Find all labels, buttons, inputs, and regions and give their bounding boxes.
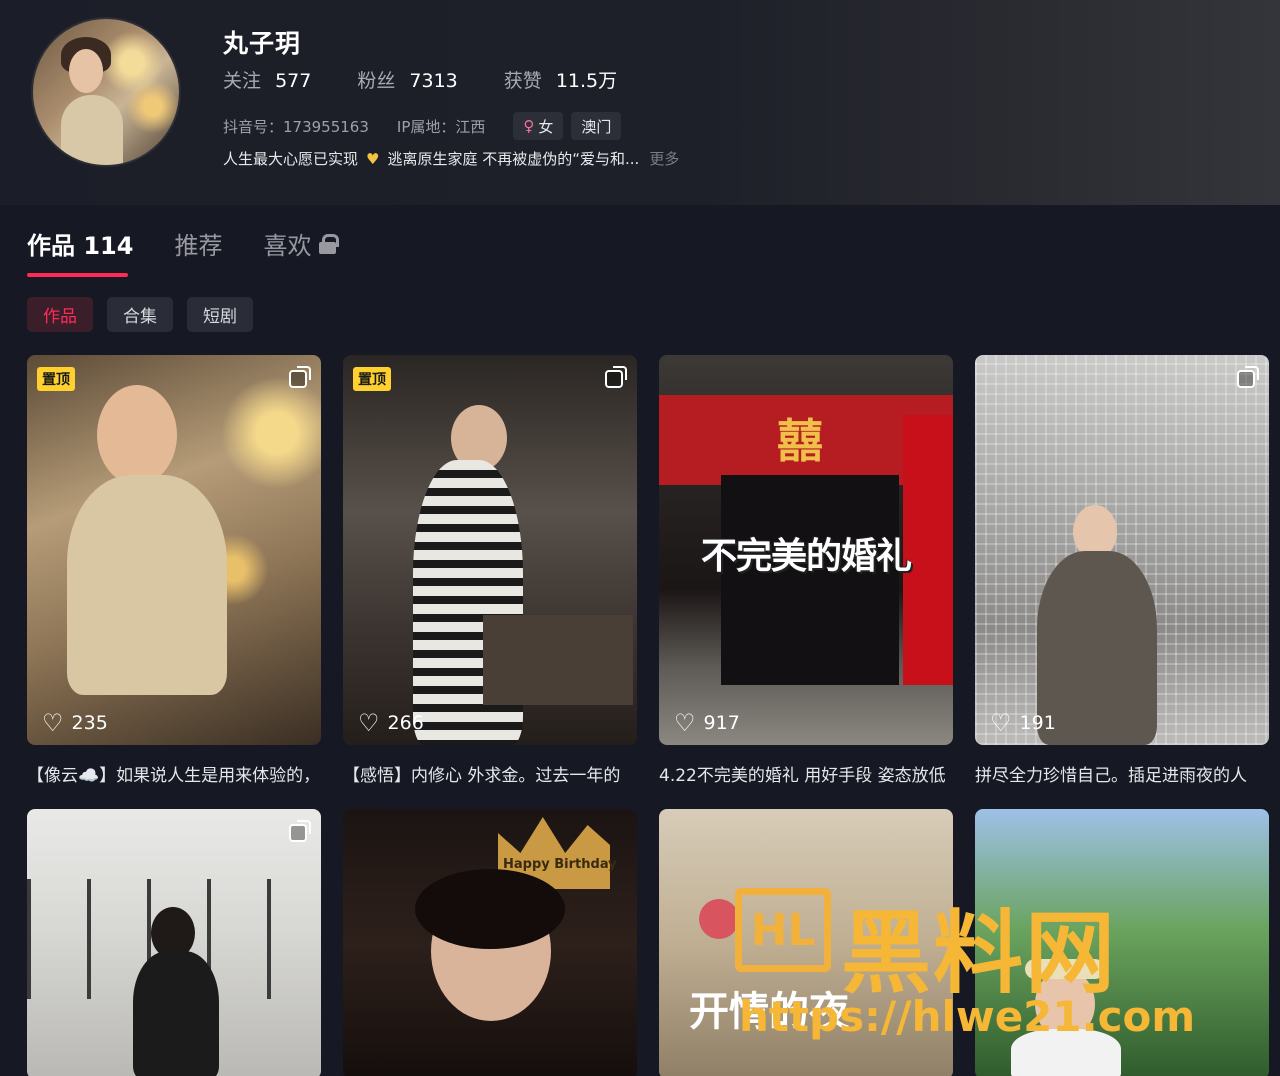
multi-image-icon — [289, 366, 311, 388]
gender-chip: ♀ 女 — [513, 112, 564, 140]
bio-more-link[interactable]: 更多 — [649, 148, 679, 169]
avatar-body — [61, 95, 123, 165]
douyin-id: 抖音号：173955163 — [223, 117, 369, 136]
thumb-hat — [1025, 959, 1105, 979]
stat-value: 11.5万 — [555, 70, 618, 92]
subtab-works[interactable]: 作品 — [27, 297, 93, 332]
thumb-door — [721, 475, 899, 685]
active-tab-indicator — [27, 273, 128, 277]
profile-header: 丸子玥 关注 577 粉丝 7313 获赞 11.5万 抖音号：17395516… — [0, 0, 1280, 205]
thumb-flower — [699, 899, 739, 939]
tab-works[interactable]: 作品 114 — [27, 226, 133, 261]
tab-likes[interactable]: 喜欢 — [263, 226, 340, 261]
like-count: ♡ 266 — [358, 711, 424, 735]
video-card[interactable]: 置顶 ♡ 266 【感悟】内修心 外求金。过去一年的 — [343, 355, 637, 786]
video-card[interactable] — [975, 809, 1269, 1076]
multi-image-icon — [605, 366, 627, 388]
like-number: 235 — [71, 712, 108, 734]
gender-label: 女 — [538, 117, 554, 136]
double-happiness-icon: 囍 — [777, 414, 823, 468]
profile-meta: 抖音号：173955163 IP属地：江西 ♀ 女 澳门 — [223, 112, 629, 140]
video-card[interactable]: Happy Birthday — [343, 809, 637, 1076]
stat-following[interactable]: 关注 577 — [223, 66, 311, 93]
yellow-heart-icon: ♥ — [366, 149, 380, 168]
video-thumbnail[interactable]: 开情的夜 — [659, 809, 953, 1076]
thumb-table — [483, 615, 633, 705]
multi-image-icon — [289, 820, 311, 842]
stat-label: 获赞 — [503, 70, 542, 92]
like-number: 917 — [703, 712, 740, 734]
video-caption[interactable]: 4.22不完美的婚礼 用好手段 姿态放低 — [659, 761, 953, 786]
tab-recommend[interactable]: 推荐 — [174, 226, 222, 261]
bio-text-1: 人生最大心愿已实现 — [223, 150, 359, 168]
heart-icon: ♡ — [358, 709, 380, 737]
like-count: ♡ 917 — [674, 711, 740, 735]
video-thumbnail[interactable]: ♡ 191 — [975, 355, 1269, 745]
works-filter: 作品 合集 短剧 — [27, 297, 253, 332]
bio-text-2: 逃离原生家庭 不再被虚伪的“爱与和... — [387, 150, 640, 168]
lock-icon — [319, 233, 340, 254]
video-overlay-text: 开情的夜 — [689, 989, 849, 1035]
heart-icon: ♡ — [990, 709, 1012, 737]
video-card[interactable]: ♡ 191 拼尽全力珍惜自己。插足进雨夜的人 — [975, 355, 1269, 786]
thumb-figure — [97, 385, 177, 485]
video-caption[interactable]: 拼尽全力珍惜自己。插足进雨夜的人 — [975, 761, 1269, 786]
avatar[interactable] — [31, 17, 181, 167]
profile-stats: 关注 577 粉丝 7313 获赞 11.5万 — [223, 66, 617, 93]
stat-likes: 获赞 11.5万 — [504, 66, 617, 93]
thumb-figure — [67, 475, 227, 695]
video-thumbnail[interactable]: Happy Birthday — [343, 809, 637, 1076]
video-caption[interactable]: 【感悟】内修心 外求金。过去一年的 — [343, 761, 637, 786]
thumb-hair — [415, 869, 565, 949]
profile-name: 丸子玥 — [223, 29, 302, 58]
video-card[interactable]: 开情的夜 — [659, 809, 953, 1076]
female-icon: ♀ — [523, 117, 535, 135]
like-count: ♡ 235 — [42, 711, 108, 735]
subtab-short-drama[interactable]: 短剧 — [187, 297, 253, 332]
subtab-collections[interactable]: 合集 — [107, 297, 173, 332]
video-card[interactable]: 囍 不完美的婚礼 ♡ 917 4.22不完美的婚礼 用好手段 姿态放低 — [659, 355, 953, 786]
stat-value: 577 — [275, 70, 312, 92]
video-caption[interactable]: 【像云☁️】如果说人生是用来体验的， — [27, 761, 321, 786]
like-number: 266 — [387, 712, 424, 734]
like-count: ♡ 191 — [990, 711, 1056, 735]
profile-tabs: 作品 114 推荐 喜欢 — [27, 226, 340, 261]
pinned-badge: 置顶 — [37, 367, 75, 391]
pinned-badge: 置顶 — [353, 367, 391, 391]
multi-image-icon — [1237, 366, 1259, 388]
location-chip: 澳门 — [571, 112, 622, 140]
heart-icon: ♡ — [674, 709, 696, 737]
video-thumbnail[interactable] — [975, 809, 1269, 1076]
video-thumbnail[interactable]: 置顶 ♡ 266 — [343, 355, 637, 745]
profile-bio: 人生最大心愿已实现 ♥ 逃离原生家庭 不再被虚伪的“爱与和... 更多 — [223, 148, 679, 169]
stat-label: 关注 — [223, 70, 262, 92]
stat-followers[interactable]: 粉丝 7313 — [357, 66, 457, 93]
tab-likes-label: 喜欢 — [263, 232, 312, 260]
video-thumbnail[interactable] — [27, 809, 321, 1076]
ip-location: IP属地：江西 — [396, 117, 486, 136]
heart-icon: ♡ — [42, 709, 64, 737]
thumb-figure — [1011, 1029, 1121, 1076]
video-thumbnail[interactable]: 置顶 ♡ 235 — [27, 355, 321, 745]
video-thumbnail[interactable]: 囍 不完美的婚礼 ♡ 917 — [659, 355, 953, 745]
crown-text: Happy Birthday — [503, 857, 617, 872]
video-overlay-text: 不完美的婚礼 — [700, 536, 912, 577]
video-card[interactable] — [27, 809, 321, 1076]
like-number: 191 — [1019, 712, 1056, 734]
video-card[interactable]: 置顶 ♡ 235 【像云☁️】如果说人生是用来体验的， — [27, 355, 321, 786]
avatar-face — [69, 49, 103, 93]
stat-value: 7313 — [409, 70, 458, 92]
thumb-figure — [133, 951, 219, 1076]
stat-label: 粉丝 — [357, 70, 396, 92]
